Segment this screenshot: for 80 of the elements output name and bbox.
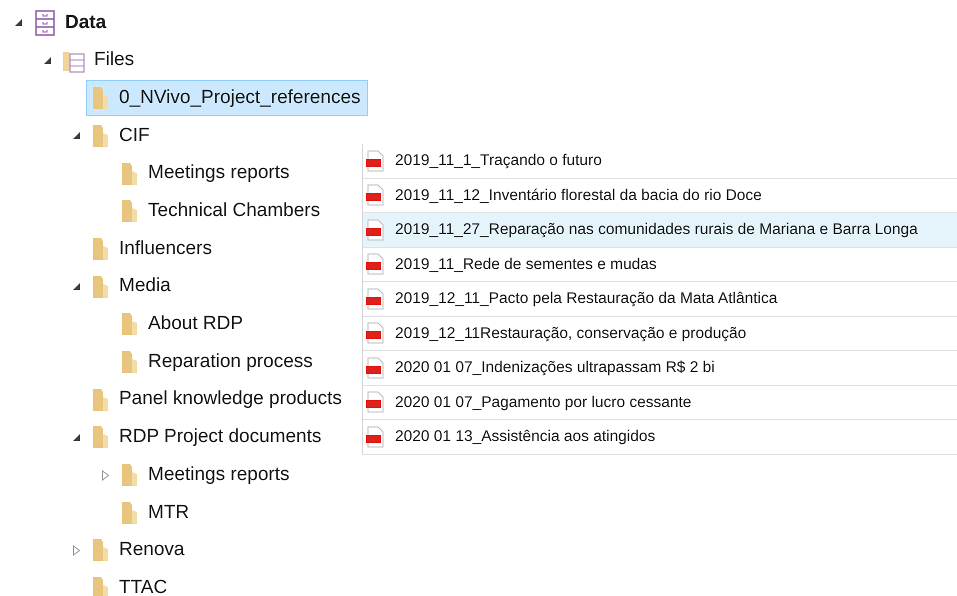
- tree-item-label: Reparation process: [148, 350, 313, 374]
- file-name: 2019_11_27_Reparação nas comunidades rurais de Mariana e Barra Longa: [395, 220, 918, 240]
- folder-icon: [91, 425, 111, 450]
- tree-item[interactable]: Reparation process: [115, 344, 320, 380]
- tree-item-label: Files: [94, 48, 134, 72]
- tree-item[interactable]: Influencers: [86, 230, 219, 267]
- tree-item-label: RDP Project documents: [119, 425, 322, 450]
- file-row[interactable]: 2020 01 13_Assistência aos atingidos: [363, 420, 957, 454]
- tree-item[interactable]: Technical Chambers: [115, 193, 328, 230]
- pdf-file-icon: [365, 218, 385, 241]
- pdf-file-icon: [365, 391, 385, 414]
- pdf-file-icon: [365, 288, 385, 310]
- file-row[interactable]: 2019_12_11_Pacto pela Restauração da Mata Atlântica: [363, 282, 957, 316]
- tree-item[interactable]: Panel knowledge products: [86, 382, 349, 418]
- pdf-file-icon: [365, 184, 385, 206]
- tree-item-label: Meetings reports: [148, 462, 290, 487]
- tree-item[interactable]: About RDP: [115, 306, 250, 342]
- pdf-file-icon: [365, 150, 385, 172]
- file-name: 2019_12_11Restauração, conservação e produção: [395, 324, 746, 344]
- tree-item-label: TTAC: [119, 576, 168, 596]
- tree-item-label: About RDP: [148, 312, 244, 336]
- tree-item-label: Media: [119, 274, 171, 298]
- file-name: 2019_11_Rede de sementes e mudas: [395, 254, 657, 275]
- tree-item[interactable]: Data: [28, 4, 114, 41]
- file-name: 2020 01 07_Indenizações ultrapassam R$ 2 bi: [395, 358, 715, 378]
- tree-item[interactable]: MTR: [115, 494, 196, 531]
- file-name: 2020 01 13_Assistência aos atingidos: [395, 427, 656, 448]
- tree-item-label: CIF: [119, 124, 150, 148]
- pdf-file-icon: [365, 322, 385, 344]
- file-name: 2019_12_11_Pacto pela Restauração da Mata Atlântica: [395, 289, 778, 310]
- tree-item-label: Panel knowledge products: [119, 387, 342, 412]
- collapsed-arrow-icon[interactable]: [100, 470, 110, 481]
- file-row[interactable]: 2019_11_1_Traçando o futuro: [363, 144, 957, 178]
- tree-item[interactable]: Renova: [86, 532, 192, 568]
- cabinet-icon: [33, 10, 57, 36]
- pdf-file-icon: [365, 426, 385, 448]
- file-row[interactable]: 2019_11_Rede de sementes e mudas: [363, 248, 957, 282]
- folder-icon: [91, 388, 111, 412]
- folder-icon: [120, 350, 140, 374]
- pdf-file-icon: [365, 253, 385, 276]
- folder-icon: [91, 576, 111, 596]
- folder-icon: [120, 500, 140, 525]
- file-row[interactable]: 2019_11_27_Reparação nas comunidades rurais de Mariana e Barra Longa: [363, 213, 957, 248]
- tree-item[interactable]: Media: [86, 268, 178, 305]
- tree-item[interactable]: CIF: [86, 118, 157, 154]
- folder-icon: [120, 162, 140, 186]
- folder-icon: [91, 274, 111, 299]
- tree-item-label: Renova: [119, 538, 184, 562]
- tree-item[interactable]: Meetings reports: [115, 457, 297, 494]
- file-name: 2019_11_12_Inventário florestal da bacia do rio Doce: [395, 186, 762, 206]
- file-row[interactable]: 2020 01 07_Indenizações ultrapassam R$ 2 bi: [363, 351, 957, 386]
- file-row[interactable]: 2019_12_11Restauração, conservação e produção: [363, 316, 957, 351]
- folder-icon: [120, 312, 140, 336]
- expanded-arrow-icon[interactable]: [72, 432, 80, 442]
- folder-icon: [91, 236, 111, 261]
- folder-icon: [120, 199, 140, 224]
- tree-item-label: Influencers: [119, 236, 212, 261]
- collapsed-arrow-icon[interactable]: [72, 544, 80, 556]
- expanded-arrow-icon[interactable]: [72, 282, 80, 292]
- expanded-arrow-icon[interactable]: [42, 56, 52, 66]
- tree-item[interactable]: 0_NVivo_Project_references: [86, 80, 368, 116]
- expanded-arrow-icon[interactable]: [14, 18, 22, 28]
- folder-icon: [91, 86, 111, 110]
- expanded-arrow-icon[interactable]: [72, 131, 80, 140]
- file-name: 2019_11_1_Traçando o futuro: [395, 151, 602, 172]
- pdf-file-icon: [365, 356, 385, 379]
- file-row[interactable]: 2020 01 07_Pagamento por lucro cessante: [363, 386, 957, 420]
- tree-item[interactable]: RDP Project documents: [86, 419, 328, 456]
- folder-icon: [91, 538, 111, 562]
- tree-item-label: Meetings reports: [148, 161, 290, 186]
- tree-item-label: 0_NVivo_Project_references: [119, 86, 361, 110]
- tree-item[interactable]: Meetings reports: [115, 156, 297, 192]
- folder-icon: [91, 124, 111, 148]
- tree-item-label: Technical Chambers: [148, 199, 320, 224]
- tree-item-label: MTR: [148, 500, 190, 525]
- tree-item-label: Data: [65, 10, 106, 35]
- tree-item[interactable]: Files: [57, 42, 142, 79]
- file-name: 2020 01 07_Pagamento por lucro cessante: [395, 392, 692, 413]
- tree-item[interactable]: TTAC: [86, 570, 174, 596]
- folder-icon: [120, 463, 140, 488]
